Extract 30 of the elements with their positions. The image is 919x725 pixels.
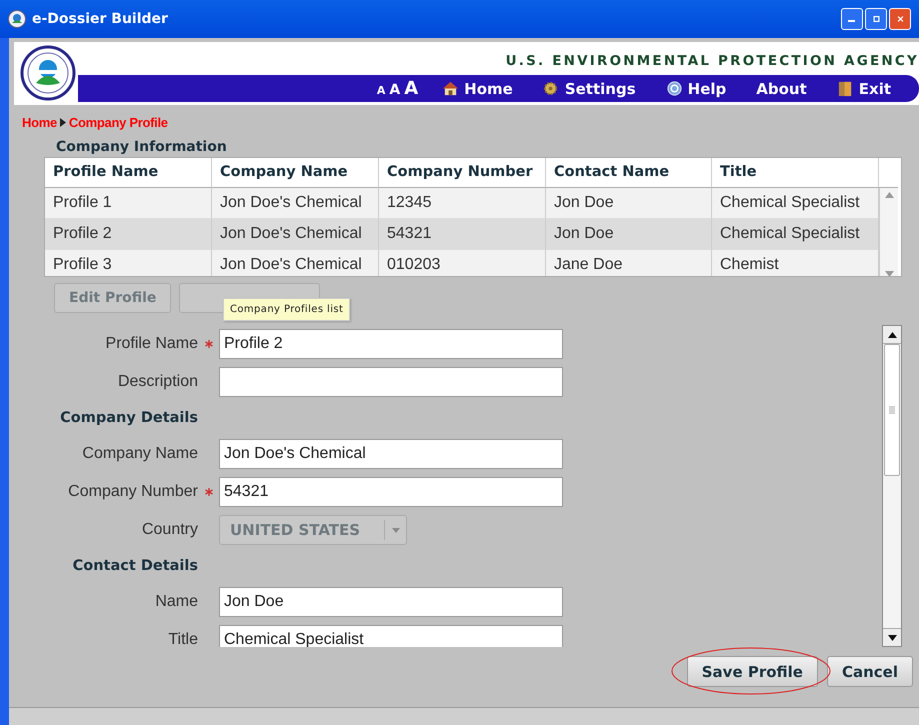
table-cell: 010203 (379, 250, 546, 276)
table-cell: Jon Doe's Chemical (212, 250, 379, 276)
section-title: Company Information (56, 139, 228, 155)
table-cell: Profile 2 (45, 219, 212, 250)
agency-name: U.S. ENVIRONMENTAL PROTECTION AGENCY (504, 52, 919, 69)
table-cell: 12345 (379, 188, 546, 219)
breadcrumb-current: Company Profile (68, 115, 168, 130)
table-cell: Jane Doe (546, 250, 712, 276)
table-cell: Jon Doe (546, 219, 712, 250)
field-label: Profile Name (104, 335, 198, 353)
table-cell: 54321 (379, 219, 546, 250)
section-heading: Company Details (59, 410, 198, 426)
field-label: Description (116, 373, 198, 391)
table-cell: Jon Doe's Chemical (212, 219, 379, 250)
table-cell: Chemical Specialist (712, 219, 879, 250)
table-cell: Jon Doe's Chemical (212, 188, 379, 219)
table-cell: Chemist (712, 250, 879, 276)
field-label: Company Name (81, 445, 198, 463)
section-heading: Contact Details (72, 558, 198, 574)
table-cell: Profile 3 (45, 250, 212, 276)
table-cell: Jon Doe (546, 188, 712, 219)
table-cell: Profile 1 (45, 188, 212, 219)
field-label: Name (154, 593, 198, 611)
table-cell: Chemical Specialist (712, 188, 879, 219)
country-dropdown: UNITED STATES (219, 515, 407, 545)
window-title: e-Dossier Builder (32, 11, 168, 27)
field-label: Country (140, 521, 198, 539)
field-label: Title (167, 631, 198, 647)
tooltip: Company Profiles list (223, 298, 350, 321)
field-label: Company Number (67, 483, 198, 501)
